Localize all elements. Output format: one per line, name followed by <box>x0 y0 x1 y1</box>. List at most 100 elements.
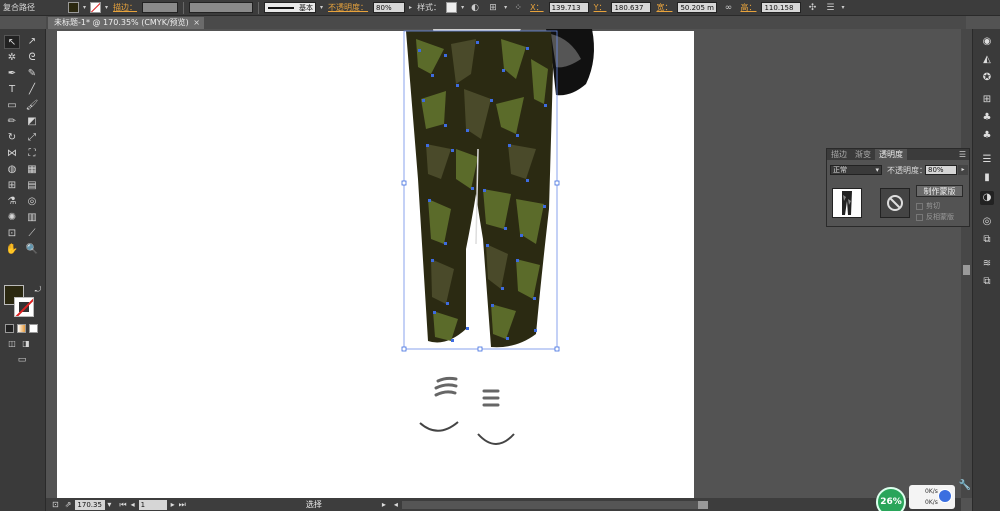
chevron-down-icon[interactable]: ▾ <box>504 4 507 11</box>
variable-width-profile[interactable] <box>189 2 254 13</box>
chevron-down-icon[interactable]: ▾ <box>461 4 464 11</box>
blend-tool-icon[interactable]: ◎ <box>24 195 40 209</box>
scale-tool-icon[interactable]: ⤢ <box>24 131 40 145</box>
make-mask-button[interactable]: 制作蒙版 <box>916 185 963 197</box>
line-tool-icon[interactable]: ╱ <box>24 83 40 97</box>
canvas-area[interactable] <box>46 29 961 498</box>
height-label[interactable]: 高： <box>737 2 759 13</box>
first-page-icon[interactable]: ⏮ <box>119 500 126 510</box>
graphic-style-swatch[interactable] <box>446 2 458 13</box>
prev-page-icon[interactable]: ◂ <box>131 500 135 509</box>
brush-definition-dropdown[interactable]: 基本 <box>264 2 317 13</box>
column-graph-tool-icon[interactable]: ▥ <box>24 211 40 225</box>
chevron-down-icon[interactable]: ▾ <box>107 500 111 509</box>
tab-transparency[interactable]: 透明度 <box>875 149 907 160</box>
mesh-tool-icon[interactable]: ⊞ <box>4 179 20 193</box>
h-scroll-left-icon[interactable]: ◂ <box>394 500 398 509</box>
free-transform-tool-icon[interactable]: ⛶ <box>24 147 40 161</box>
pen-tool-icon[interactable]: ✒ <box>4 67 20 81</box>
perspective-grid-tool-icon[interactable]: ▦ <box>24 163 40 177</box>
recolor-artwork-icon[interactable]: ◐ <box>469 2 481 14</box>
symbol-sprayer-tool-icon[interactable]: ✺ <box>4 211 20 225</box>
memory-percent-badge[interactable]: 26% <box>876 487 906 511</box>
x-label[interactable]: X： <box>527 2 546 13</box>
x-field[interactable]: 139.713 <box>548 2 589 13</box>
menu-icon[interactable]: ☰ <box>824 2 836 14</box>
artwork-thumbnail[interactable] <box>832 188 862 218</box>
screen-mode-icon[interactable]: ▭ <box>14 353 30 367</box>
y-field[interactable]: 180.637 <box>611 2 652 13</box>
h-scrollbar[interactable] <box>401 500 708 509</box>
transparency-panel-icon[interactable]: ◑ <box>980 191 994 205</box>
chevron-down-icon[interactable]: ▾ <box>320 4 323 11</box>
stroke-color-swatch[interactable] <box>14 297 34 317</box>
appearance-icon[interactable]: ◎ <box>980 215 994 229</box>
gradient-mode-icon[interactable] <box>17 324 26 333</box>
width-tool-icon[interactable]: ⋈ <box>4 147 20 161</box>
color-mode-icon[interactable] <box>5 324 14 333</box>
type-tool-icon[interactable]: T <box>4 83 20 97</box>
selection-tool-icon[interactable]: ↖ <box>4 35 20 49</box>
opacity-field[interactable]: 80% <box>925 165 957 175</box>
chevron-down-icon[interactable]: ▾ <box>841 4 844 11</box>
stroke-none-swatch[interactable] <box>90 2 102 13</box>
swatches-icon[interactable]: ⊞ <box>980 93 994 107</box>
last-page-icon[interactable]: ⏭ <box>179 500 186 510</box>
tab-stroke[interactable]: 描边 <box>827 149 851 160</box>
gradient-tool-icon[interactable]: ▤ <box>24 179 40 193</box>
brushes-icon[interactable]: ♣ <box>980 111 994 125</box>
hand-tool-icon[interactable]: ✋ <box>4 243 20 257</box>
gradient-panel-icon[interactable]: ▮ <box>980 171 994 185</box>
zoom-field[interactable]: 170.35 <box>75 499 106 510</box>
pencil-tool-icon[interactable]: ✏ <box>4 115 20 129</box>
chevron-right-icon[interactable]: ▸ <box>382 500 386 509</box>
eraser-tool-icon[interactable]: ◩ <box>24 115 40 129</box>
eyedropper-tool-icon[interactable]: ⚗ <box>4 195 20 209</box>
paintbrush-tool-icon[interactable]: 🖌 <box>24 99 40 113</box>
accelerator-ball-icon[interactable] <box>938 489 952 503</box>
artboard-nav-icon[interactable]: ⊡ <box>52 500 59 509</box>
panel-menu-icon[interactable]: ☰ <box>956 149 969 160</box>
color-guide-icon[interactable]: ◭ <box>980 53 994 67</box>
swap-fill-stroke-icon[interactable]: ⤾ <box>30 283 46 297</box>
direct-selection-tool-icon[interactable]: ↗ <box>24 35 40 49</box>
share-icon[interactable]: ⇗ <box>65 500 72 509</box>
width-field[interactable]: 50.205 m <box>677 2 718 13</box>
chevron-down-icon[interactable]: ▾ <box>105 4 108 11</box>
close-icon[interactable]: × <box>193 17 200 29</box>
vertical-scrollbar[interactable] <box>961 29 972 498</box>
curvature-tool-icon[interactable]: ✎ <box>24 67 40 81</box>
slice-tool-icon[interactable]: ⟋ <box>24 227 40 241</box>
page-field[interactable]: 1 <box>138 499 167 510</box>
transform-icon[interactable]: ✣ <box>806 2 818 14</box>
link-proportions-icon[interactable]: ∞ <box>722 2 734 14</box>
clip-checkbox[interactable]: 剪切 <box>916 201 940 211</box>
wrench-icon[interactable]: 🔧 <box>958 480 972 494</box>
artboard-tool-icon[interactable]: ⊡ <box>4 227 20 241</box>
y-label[interactable]: Y： <box>591 2 610 13</box>
scroll-thumb[interactable] <box>963 265 970 275</box>
artboards-icon[interactable]: ⧉ <box>980 275 994 289</box>
blend-mode-select[interactable]: 正常 <box>830 165 882 175</box>
align-options-icon[interactable]: ⊞ <box>487 2 499 14</box>
opacity-field[interactable]: 80% <box>373 2 406 13</box>
chevron-right-icon[interactable]: ▸ <box>958 165 968 175</box>
chevron-right-icon[interactable]: ▸ <box>409 4 412 11</box>
tab-gradient[interactable]: 渐变 <box>851 149 875 160</box>
opacity-label-link[interactable]: 不透明度： <box>325 2 371 13</box>
stroke-label-link[interactable]: 描边： <box>110 2 140 13</box>
lasso-tool-icon[interactable]: ᘓ <box>24 51 40 65</box>
chevron-down-icon[interactable]: ▾ <box>83 4 86 11</box>
document-tab[interactable]: 未标题-1* @ 170.35% (CMYK/预览) × <box>48 17 204 29</box>
rectangle-tool-icon[interactable]: ▭ <box>4 99 20 113</box>
fill-color-swatch[interactable] <box>68 2 79 13</box>
width-label[interactable]: 宽： <box>653 2 675 13</box>
shape-builder-tool-icon[interactable]: ◍ <box>4 163 20 177</box>
stroke-panel-icon[interactable]: ☰ <box>980 153 994 167</box>
none-mode-icon[interactable] <box>29 324 38 333</box>
mask-thumbnail[interactable] <box>880 188 910 218</box>
magic-wand-tool-icon[interactable]: ✲ <box>4 51 20 65</box>
reference-point-icon[interactable]: ⁘ <box>512 2 524 14</box>
next-page-icon[interactable]: ▸ <box>171 500 175 509</box>
draw-inside-icon[interactable]: ◨ <box>18 337 34 351</box>
